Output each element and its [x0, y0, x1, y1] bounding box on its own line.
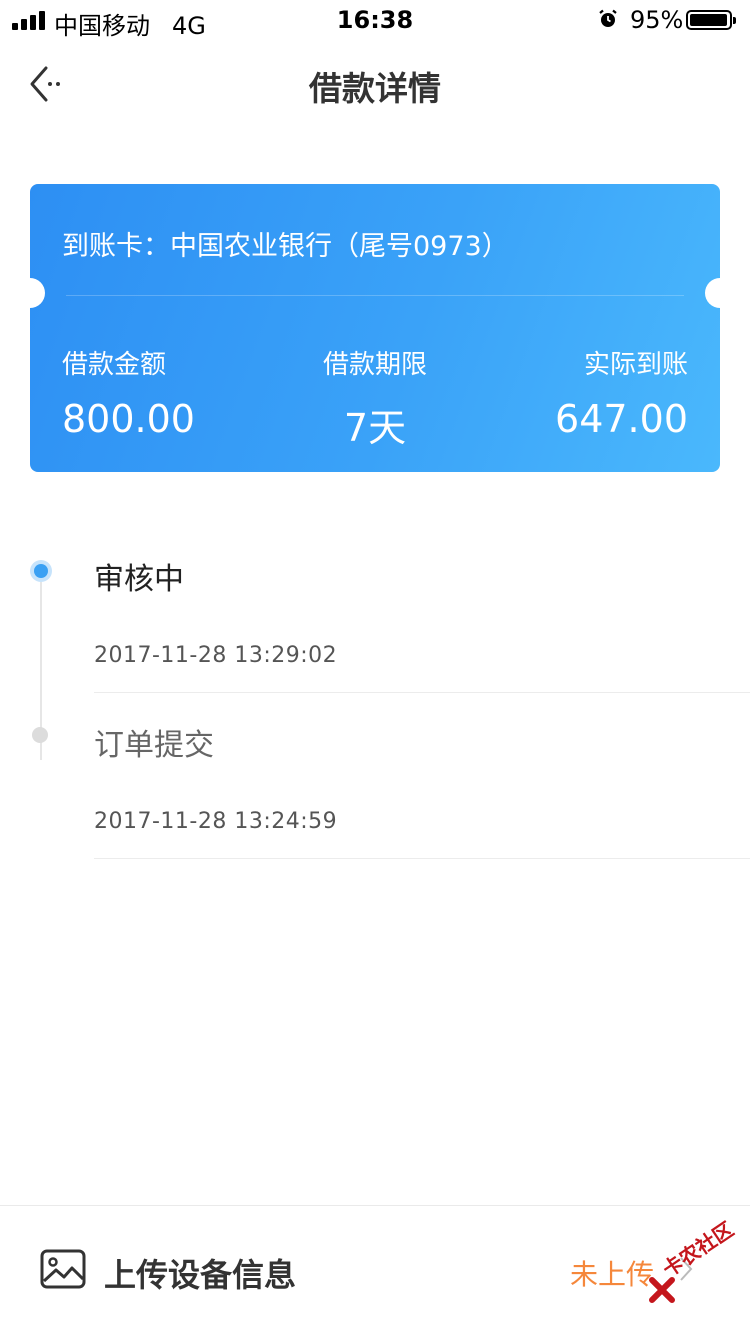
- alarm-icon: [599, 9, 617, 27]
- actual-received: 实际到账 647.00: [555, 344, 688, 441]
- timeline-dot-active: [30, 560, 52, 582]
- timeline-step-time: 2017-11-28 13:24:59: [94, 809, 338, 834]
- nav-bar: 借款详情: [0, 40, 750, 128]
- card-notch-right: [705, 278, 720, 308]
- actual-received-label: 实际到账: [583, 350, 688, 380]
- watermark: 卡农社区: [644, 1217, 748, 1310]
- page-title: 借款详情: [309, 69, 441, 108]
- upload-device-info-row[interactable]: 上传设备信息 未上传: [0, 1206, 750, 1334]
- timeline-divider: [94, 858, 750, 859]
- card-divider: [66, 295, 684, 296]
- status-bar: 中国移动 4G 16:38 95%: [0, 0, 750, 40]
- receiving-account: 到账卡：中国农业银行（尾号0973）: [62, 231, 509, 262]
- timeline-step-title: 订单提交: [94, 728, 214, 763]
- loan-card: 到账卡：中国农业银行（尾号0973） 借款金额 800.00 借款期限 7天 实…: [30, 184, 720, 472]
- actual-received-value: 647.00: [555, 397, 688, 441]
- timeline-dot-inactive: [32, 727, 48, 743]
- timeline-step-time: 2017-11-28 13:29:02: [94, 643, 338, 668]
- card-notch-left: [30, 278, 45, 308]
- upload-device-info-label: 上传设备信息: [104, 1256, 297, 1294]
- battery-percent: 95%: [630, 6, 684, 34]
- battery-icon: [686, 10, 736, 30]
- image-icon: [40, 1249, 86, 1289]
- upload-status: 未上传: [570, 1258, 655, 1291]
- timeline-divider: [94, 692, 750, 693]
- timeline-step-title: 审核中: [94, 562, 184, 597]
